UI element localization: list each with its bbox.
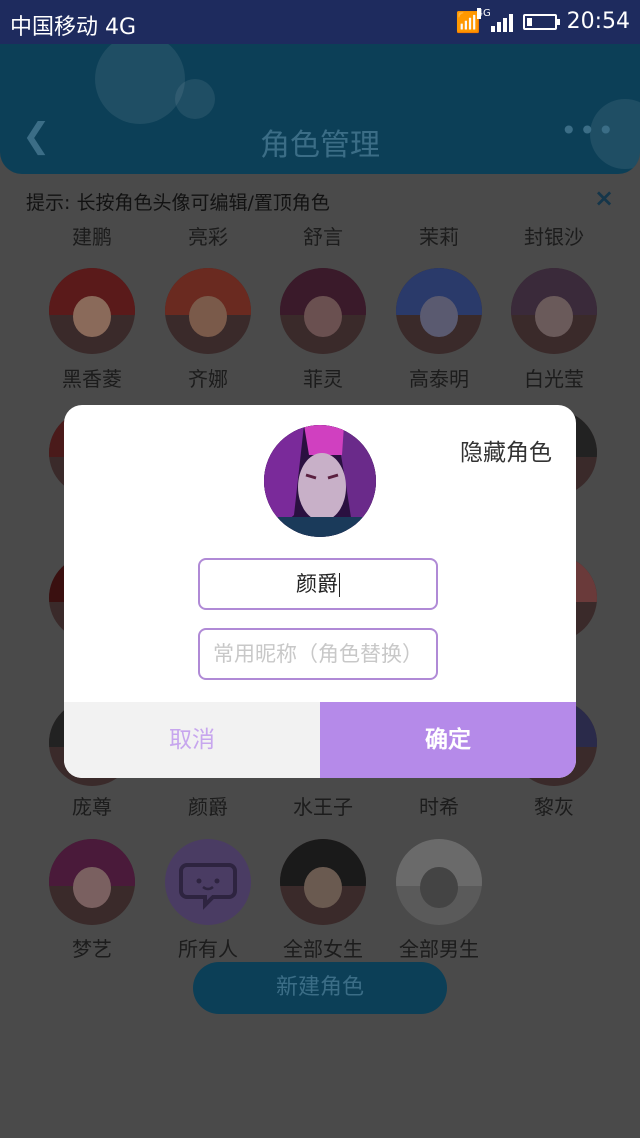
battery-icon [522, 13, 560, 30]
character-name: 茉莉 [419, 225, 459, 249]
hide-character-button[interactable]: 隐藏角色 [460, 433, 552, 467]
character-name: 黑香菱 [62, 367, 122, 391]
character-name: 菲灵 [303, 367, 343, 391]
character-avatar[interactable] [49, 268, 135, 354]
character-avatar[interactable] [280, 268, 366, 354]
nickname-input[interactable]: 常用昵称（角色替换） [198, 628, 438, 680]
character-avatar[interactable] [396, 268, 482, 354]
character-name: 颜爵 [188, 795, 228, 819]
character-name: 庞尊 [72, 795, 112, 819]
chat-bubble-icon [179, 863, 237, 910]
character-name: 时希 [419, 795, 459, 819]
all-members-avatar[interactable] [165, 839, 251, 925]
character-name: 舒言 [303, 225, 343, 249]
portrait-image [264, 425, 376, 537]
more-dots-icon[interactable]: ••• [560, 114, 616, 147]
character-name: 水王子 [293, 795, 353, 819]
status-bar: 中国移动 4G 📶 4G 20:54 [0, 0, 640, 44]
character-name: 白光莹 [524, 367, 584, 391]
character-avatar[interactable] [165, 268, 251, 354]
character-portrait[interactable] [264, 425, 376, 537]
character-avatar[interactable] [511, 268, 597, 354]
close-icon[interactable]: × [594, 184, 614, 212]
character-name: 所有人 [178, 937, 238, 961]
character-avatar[interactable] [49, 839, 135, 925]
character-name: 齐娜 [188, 367, 228, 391]
character-name: 梦艺 [72, 937, 112, 961]
name-row-top: 建鹏 亮彩 舒言 茉莉 封银沙 [0, 221, 640, 249]
name-input[interactable]: 颜爵 [198, 558, 438, 610]
character-name: 全部女生 [283, 937, 363, 961]
name-input-value: 颜爵 [296, 572, 338, 596]
app-header: ❮ 角色管理 ••• [0, 44, 640, 174]
page-title: 角色管理 [260, 128, 380, 163]
network-label: 4G [476, 7, 491, 19]
carrier-label: 中国移动 4G [10, 15, 137, 40]
confirm-button[interactable]: 确定 [320, 702, 576, 778]
character-name: 全部男生 [399, 937, 479, 961]
cancel-button[interactable]: 取消 [64, 702, 320, 778]
character-name: 亮彩 [188, 225, 228, 249]
tip-text: 提示: 长按角色头像可编辑/置顶角色 [26, 192, 330, 214]
edit-character-dialog: 隐藏角色 颜爵 常用昵称（角色替换） 取消 确定 [64, 405, 576, 778]
character-name: 建鹏 [72, 225, 112, 249]
character-name: 高泰明 [409, 367, 469, 391]
all-male-avatar[interactable] [396, 839, 482, 925]
clock: 20:54 [566, 9, 630, 34]
character-name: 封银沙 [524, 225, 584, 249]
all-female-avatar[interactable] [280, 839, 366, 925]
signal-icon: 4G [476, 7, 513, 32]
new-character-button[interactable]: 新建角色 [193, 962, 447, 1014]
character-name: 黎灰 [534, 795, 574, 819]
